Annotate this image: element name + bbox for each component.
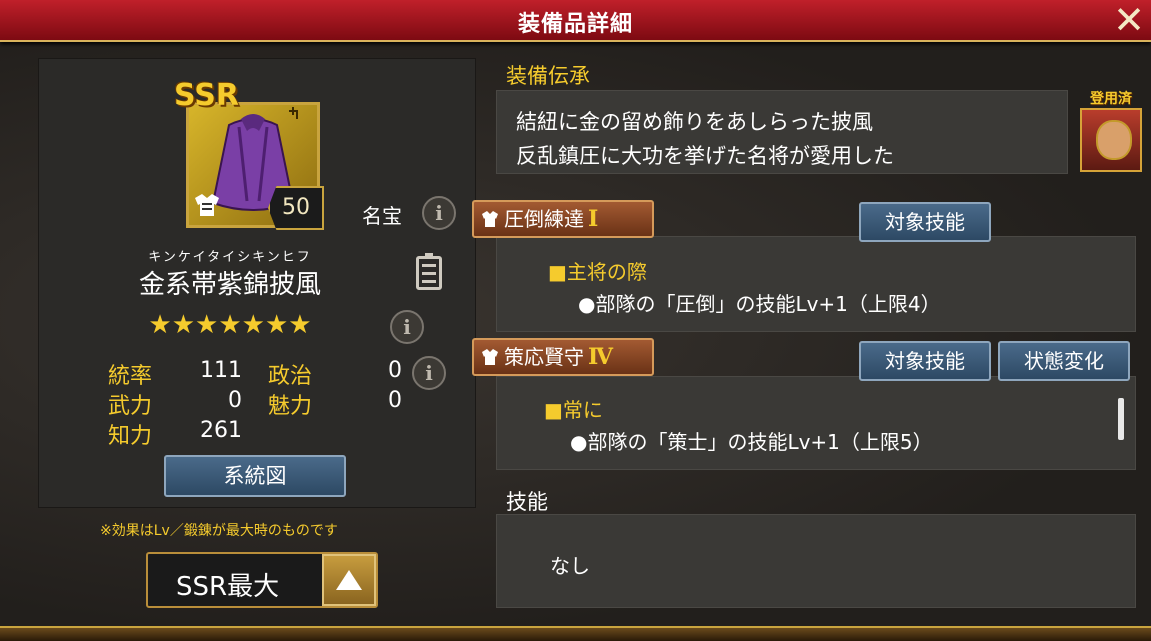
skill-name: 策応賢守 [504,345,584,369]
target-skill-button[interactable]: 対象技能 [859,341,991,381]
stat-label: 魅力 [268,394,313,419]
info-icon[interactable]: i [422,196,456,230]
armor-icon [192,192,222,225]
inheritance-line: 反乱鎮圧に大功を挙げた名将が愛用した [516,144,894,168]
clipboard-icon[interactable] [416,253,442,290]
skill-condition: ■主将の際 [548,260,647,284]
ability-heading: 技能 [506,490,548,514]
stat-value: 0 [388,388,402,413]
star-rating: ★★★★★★★ [148,310,312,340]
target-skill-button[interactable]: 対象技能 [859,202,991,242]
skill-grade: Ⅰ [588,206,599,232]
status-change-button[interactable]: 状態変化 [998,341,1130,381]
window-title: 装備品詳細 [517,12,633,37]
skill-condition: ■常に [544,398,603,422]
skill-box [496,376,1136,470]
arrow-up-icon[interactable] [322,554,376,606]
stat-label: 武力 [108,394,153,419]
stat-label: 統率 [108,364,153,389]
stat-value: 261 [200,418,242,443]
stat-value: 0 [228,388,242,413]
stat-value: 0 [388,358,402,383]
scrollbar[interactable] [1118,398,1124,440]
inheritance-line: 結紐に金の留め飾りをあしらった披風 [516,110,873,134]
armor-icon [480,340,500,378]
item-name: 金系帯紫錦披風 [138,270,321,300]
skill-effect: ●部隊の「策士」の技能Lv+1（上限5） [570,430,933,454]
close-button[interactable]: ✕ [1109,0,1149,40]
skill-name: 圧倒練達 [504,207,584,231]
stat-label: 政治 [268,364,313,389]
item-name-kana: キンケイタイシキンヒフ [148,250,312,265]
ability-value: なし [550,554,590,578]
inheritance-heading: 装備伝承 [506,64,590,88]
stat-label: 知力 [108,424,153,449]
skill-effect: ●部隊の「圧倒」の技能Lv+1（上限4） [578,292,941,316]
level-badge: 50 [268,186,324,230]
title-bar: 装備品詳細 [0,0,1151,42]
skill-grade: Ⅳ [588,344,613,370]
effect-note: ※効果はLv／鍛錬が最大時のものです [100,523,338,539]
info-icon[interactable]: i [390,310,424,344]
skill-tab[interactable]: 圧倒練達 Ⅰ [472,200,654,238]
equipped-label: 登用済 [1090,91,1132,107]
skill-tab[interactable]: 策応賢守 Ⅳ [472,338,654,376]
ability-box [496,514,1136,608]
treasure-tag: 名宝 [362,204,402,228]
general-portrait[interactable] [1080,108,1142,172]
stat-value: 111 [200,358,242,383]
level-select-value: SSR最大 [176,572,280,602]
info-icon[interactable]: i [412,356,446,390]
lineage-button[interactable]: 系統図 [164,455,346,497]
close-icon: ✕ [1113,0,1145,42]
armor-icon [480,202,500,240]
rarity-label: SSR [174,78,239,113]
